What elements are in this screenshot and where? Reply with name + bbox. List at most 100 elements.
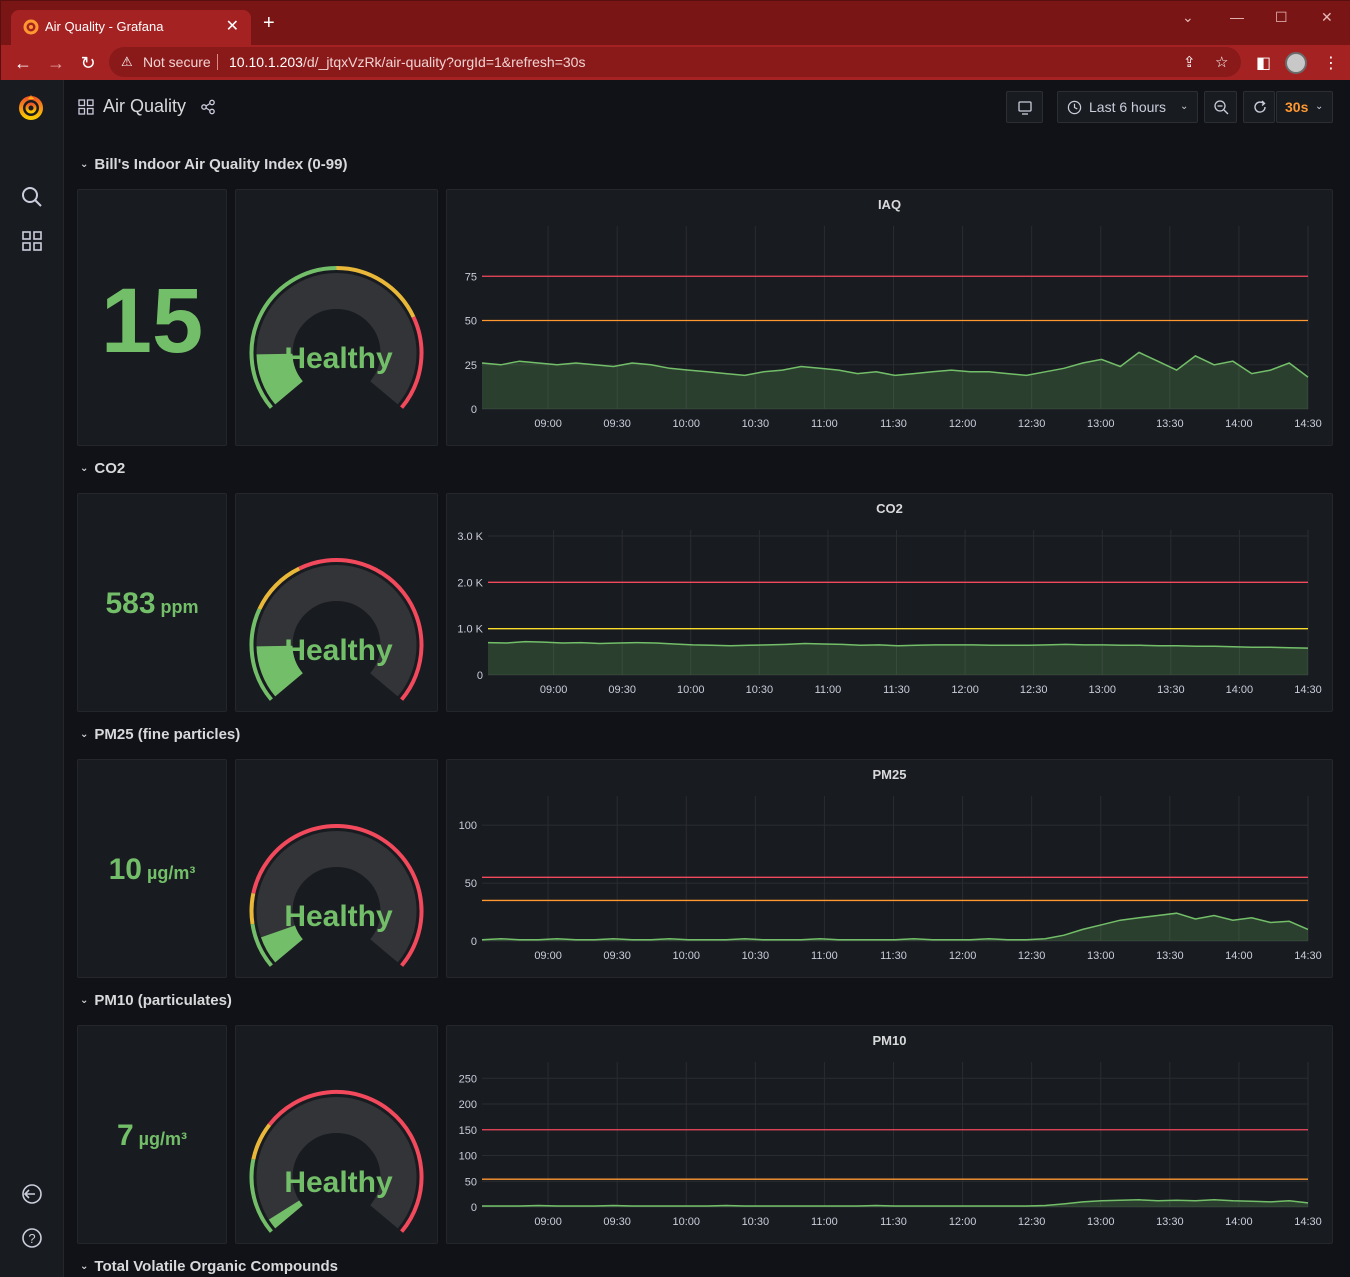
gauge-panel: Healthy [235, 1025, 438, 1244]
zoom-out-button[interactable] [1204, 91, 1237, 123]
chevron-down-icon[interactable]: ⌄ [1182, 9, 1194, 26]
new-tab-icon[interactable]: + [263, 13, 275, 33]
tv-mode-button[interactable] [1006, 91, 1043, 123]
dashboard-grid-icon [78, 99, 94, 115]
time-range-label: Last 6 hours [1089, 99, 1167, 115]
url-text[interactable]: 10.10.1.203/d/_jtqxVzRk/air-quality?orgI… [229, 54, 585, 70]
timeseries-panel[interactable]: CO2 0 1.0 K 2.0 K 3.0 K 09:00 09:30 10:00 10:30 1… [446, 493, 1333, 712]
side-panel-icon[interactable]: ◧ [1256, 53, 1271, 73]
row-header[interactable]: ⌄ CO2 [80, 460, 125, 477]
tab-close-icon[interactable]: ✕ [226, 16, 239, 36]
row-header[interactable]: ⌄ Bill's Indoor Air Quality Index (0-99) [80, 156, 347, 173]
row-header[interactable]: ⌄ PM25 (fine particles) [80, 726, 240, 743]
gauge-threshold-arc [249, 892, 256, 925]
refresh-button[interactable] [1243, 91, 1275, 123]
reload-icon[interactable]: ↻ [76, 51, 100, 75]
chevron-down-icon[interactable]: ⌄ [80, 1261, 88, 1272]
x-tick-label: 12:00 [951, 684, 979, 696]
share-icon[interactable] [200, 99, 216, 115]
chevron-down-icon[interactable]: ⌄ [80, 159, 88, 170]
x-tick-label: 09:00 [534, 1216, 562, 1228]
x-tick-label: 13:00 [1087, 950, 1115, 962]
tab-strip: Air Quality - Grafana ✕ + ⌄ — ☐ ✕ [1, 1, 1350, 45]
x-tick-label: 12:30 [1018, 1216, 1046, 1228]
gauge-panel: Healthy [235, 189, 438, 446]
gauge: Healthy [249, 266, 424, 409]
monitor-icon [1018, 101, 1032, 115]
tab-title: Air Quality - Grafana [45, 19, 164, 34]
dashboards-icon[interactable] [20, 229, 44, 253]
share-page-icon[interactable]: ⇪ [1183, 53, 1196, 71]
x-tick-label: 09:00 [534, 950, 562, 962]
profile-avatar[interactable] [1285, 52, 1307, 74]
y-tick-label: 3.0 K [457, 531, 483, 543]
y-tick-label: 0 [471, 1202, 477, 1214]
stat-value: 7 µg/m³ [78, 1119, 226, 1153]
x-tick-label: 13:30 [1156, 418, 1184, 430]
browser-chrome: Air Quality - Grafana ✕ + ⌄ — ☐ ✕ ← → ↻ … [0, 0, 1350, 81]
clock-icon [1067, 100, 1082, 115]
x-tick-label: 11:00 [811, 418, 838, 430]
stat-number: 15 [100, 269, 204, 372]
x-tick-label: 14:30 [1294, 418, 1322, 430]
browser-menu-icon[interactable]: ⋮ [1323, 53, 1339, 73]
side-menu: ? [0, 80, 64, 1277]
y-tick-label: 75 [465, 271, 477, 283]
x-tick-label: 11:30 [880, 1216, 907, 1228]
y-tick-label: 200 [459, 1099, 477, 1111]
forward-icon[interactable]: → [44, 51, 68, 75]
address-separator [217, 54, 218, 70]
x-tick-label: 10:30 [742, 418, 770, 430]
x-tick-label: 13:00 [1087, 418, 1115, 430]
search-icon[interactable] [20, 185, 44, 209]
browser-tab[interactable]: Air Quality - Grafana ✕ [11, 10, 251, 45]
timeseries-panel[interactable]: PM10 0 50 100 150 200 250 09:00 09:30 10:00 10:30 1… [446, 1025, 1333, 1244]
x-tick-label: 10:30 [746, 684, 774, 696]
bookmark-star-icon[interactable]: ☆ [1215, 53, 1228, 71]
x-tick-label: 10:00 [672, 1216, 700, 1228]
svg-text:?: ? [28, 1231, 35, 1246]
gauge-panel: Healthy [235, 493, 438, 712]
stat-unit: µg/m³ [133, 1128, 188, 1149]
gauge-label: Healthy [284, 900, 393, 933]
stat-panel: 583 ppm [77, 493, 227, 712]
address-bar[interactable]: ⚠ Not secure 10.10.1.203/d/_jtqxVzRk/air… [109, 47, 1241, 77]
help-icon[interactable]: ? [20, 1226, 44, 1250]
time-range-picker[interactable]: Last 6 hours ⌄ [1057, 91, 1198, 123]
gauge: Healthy [249, 824, 424, 967]
gauge: Healthy [249, 558, 424, 701]
x-tick-label: 11:00 [811, 1216, 838, 1228]
x-tick-label: 14:00 [1225, 418, 1253, 430]
back-icon[interactable]: ← [11, 51, 35, 75]
x-tick-label: 14:00 [1225, 1216, 1253, 1228]
gauge-panel: Healthy [235, 759, 438, 978]
minimize-icon[interactable]: — [1230, 9, 1244, 25]
series-area [482, 913, 1308, 941]
dashboard-main: Air Quality Last 6 hours ⌄ 30s ⌄ ⌄ Bill'… [64, 80, 1350, 1277]
y-tick-label: 150 [459, 1125, 477, 1137]
chevron-down-icon[interactable]: ⌄ [80, 463, 88, 474]
gauge-value-arc [260, 924, 304, 963]
row-header[interactable]: ⌄ PM10 (particulates) [80, 992, 232, 1009]
dashboard-title[interactable]: Air Quality [103, 96, 186, 117]
timeseries-panel[interactable]: IAQ 0 25 50 75 09:00 09:30 10:00 10:30 11:00 11:30… [446, 189, 1333, 446]
chevron-down-icon[interactable]: ⌄ [80, 729, 88, 740]
x-tick-label: 13:30 [1157, 684, 1185, 696]
sign-in-icon[interactable] [20, 1182, 44, 1206]
x-tick-label: 12:00 [949, 1216, 977, 1228]
grafana-logo-icon[interactable] [16, 93, 46, 123]
row-header[interactable]: ⌄ Total Volatile Organic Compounds [80, 1258, 338, 1275]
x-tick-label: 12:00 [949, 418, 977, 430]
window-close-icon[interactable]: ✕ [1321, 9, 1333, 26]
stat-unit: ppm [155, 596, 199, 617]
x-tick-label: 09:30 [608, 684, 636, 696]
chevron-down-icon: ⌄ [1315, 101, 1324, 112]
chevron-down-icon: ⌄ [1180, 101, 1189, 112]
refresh-interval-picker[interactable]: 30s ⌄ [1276, 91, 1333, 123]
chevron-down-icon[interactable]: ⌄ [80, 995, 88, 1006]
security-label[interactable]: Not secure [143, 54, 211, 70]
warning-icon[interactable]: ⚠ [121, 54, 133, 70]
timeseries-panel[interactable]: PM25 0 50 100 09:00 09:30 10:00 10:30 11:00 11:30… [446, 759, 1333, 978]
y-tick-label: 0 [471, 404, 477, 416]
maximize-icon[interactable]: ☐ [1275, 9, 1288, 26]
